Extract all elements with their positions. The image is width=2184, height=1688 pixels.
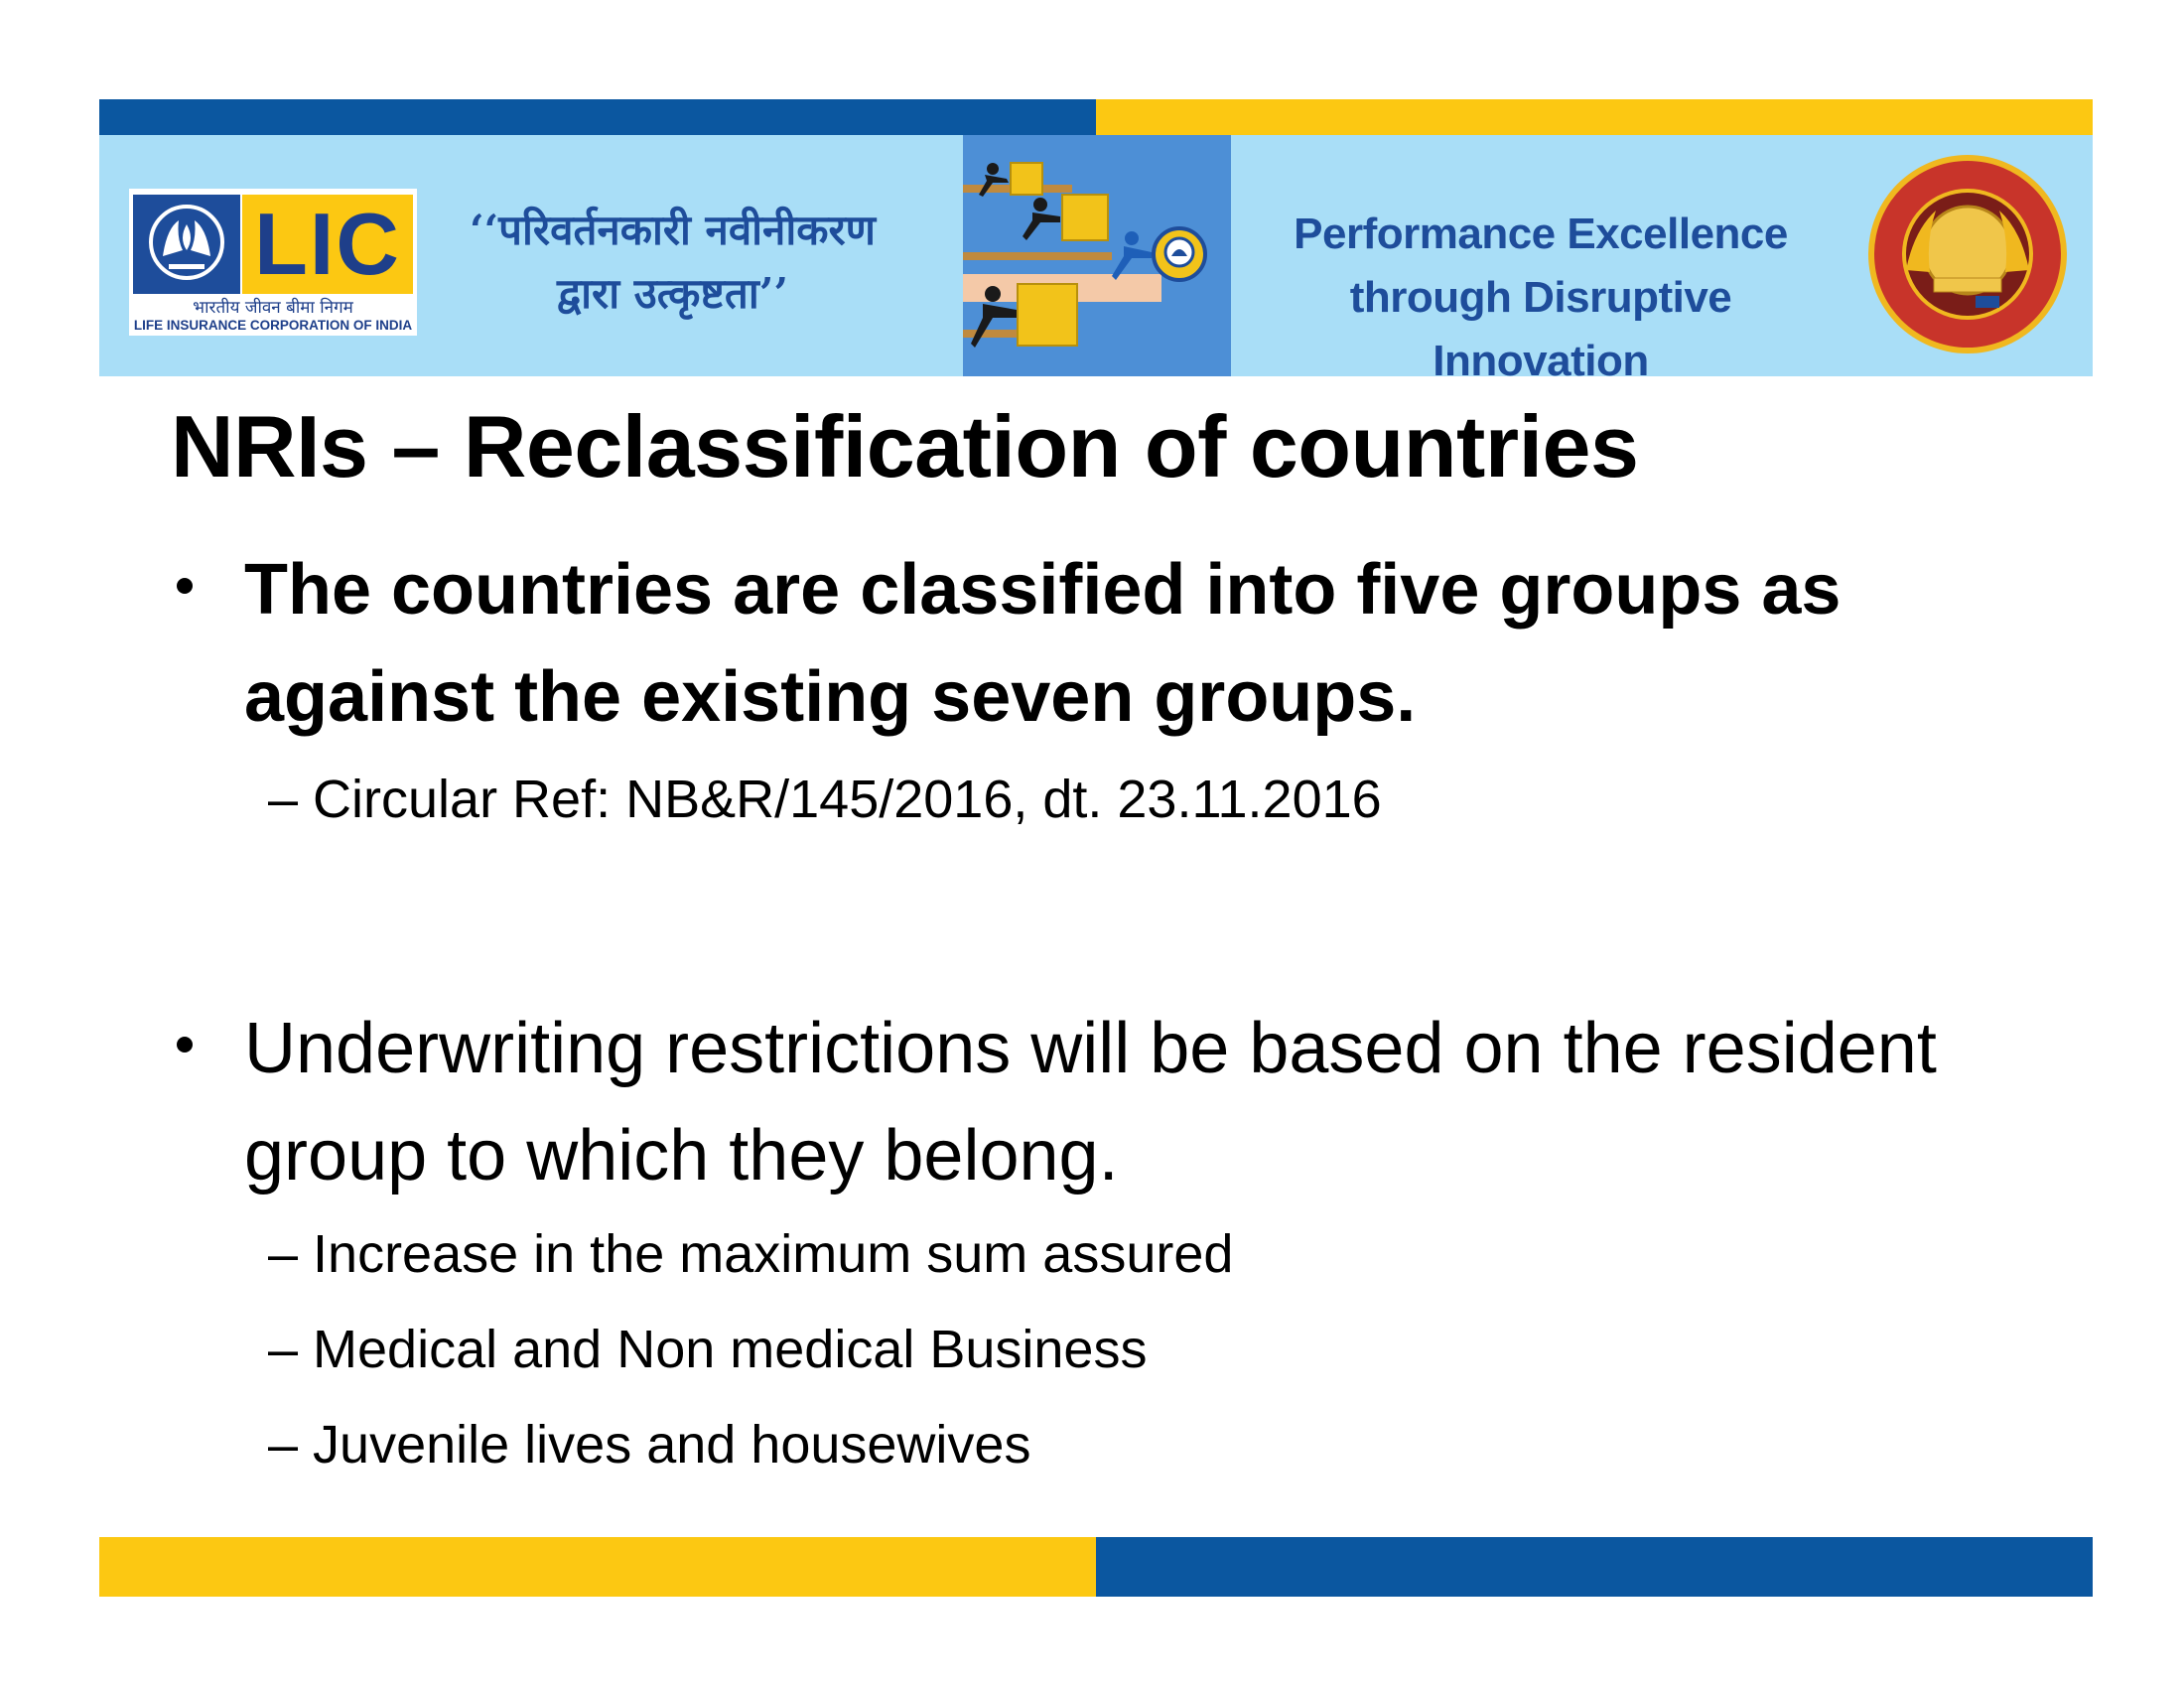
bullet-icon <box>177 1037 193 1053</box>
lic-emblem-icon <box>133 195 240 294</box>
bullet-2-subitem-3: – Juvenile lives and housewives <box>268 1415 1031 1475</box>
bullet-icon <box>177 578 193 594</box>
bullet-2-subitem-1: – Increase in the maximum sum assured <box>268 1224 1234 1284</box>
hindi-tagline: ‘‘परिवर्तनकारी नवीनीकरण द्वारा उत्कृष्टत… <box>422 199 923 326</box>
english-tagline-line2: through Disruptive Innovation <box>1349 273 1732 385</box>
bullet-1-subitem-1: – Circular Ref: NB&R/145/2016, dt. 23.11… <box>268 770 1382 829</box>
bullet-2-text: Underwriting restrictions will be based … <box>244 1009 1937 1196</box>
english-tagline: Performance Excellence through Disruptiv… <box>1243 203 1839 393</box>
bullet-1-text: The countries are classified into five g… <box>244 550 1842 737</box>
hindi-tagline-line1: ‘‘परिवर्तनकारी नवीनीकरण <box>469 206 877 254</box>
hindi-tagline-line2: द्वारा उत्कृष्टता’’ <box>557 269 788 318</box>
page-title: NRIs – Reclassification of countries <box>171 397 1639 495</box>
english-tagline-line1: Performance Excellence <box>1294 210 1788 258</box>
sixty-years-badge-icon <box>1864 151 2071 357</box>
lic-hindi-name: भारतीय जीवन बीमा निगम <box>193 298 353 318</box>
top-blue-stripe <box>99 99 1096 135</box>
innovation-illustration <box>963 135 1231 376</box>
bullet-2-subitem-2: – Medical and Non medical Business <box>268 1320 1148 1379</box>
top-yellow-stripe <box>1096 99 2093 135</box>
lic-logo-letters: LIC <box>254 195 401 293</box>
lic-english-name: LIFE INSURANCE CORPORATION OF INDIA <box>133 318 413 333</box>
bottom-yellow-stripe <box>99 1537 1096 1597</box>
slide: LIC भारतीय जीवन बीमा निगम LIFE INSURANCE… <box>0 0 2184 1688</box>
bottom-blue-stripe <box>1096 1537 2093 1597</box>
